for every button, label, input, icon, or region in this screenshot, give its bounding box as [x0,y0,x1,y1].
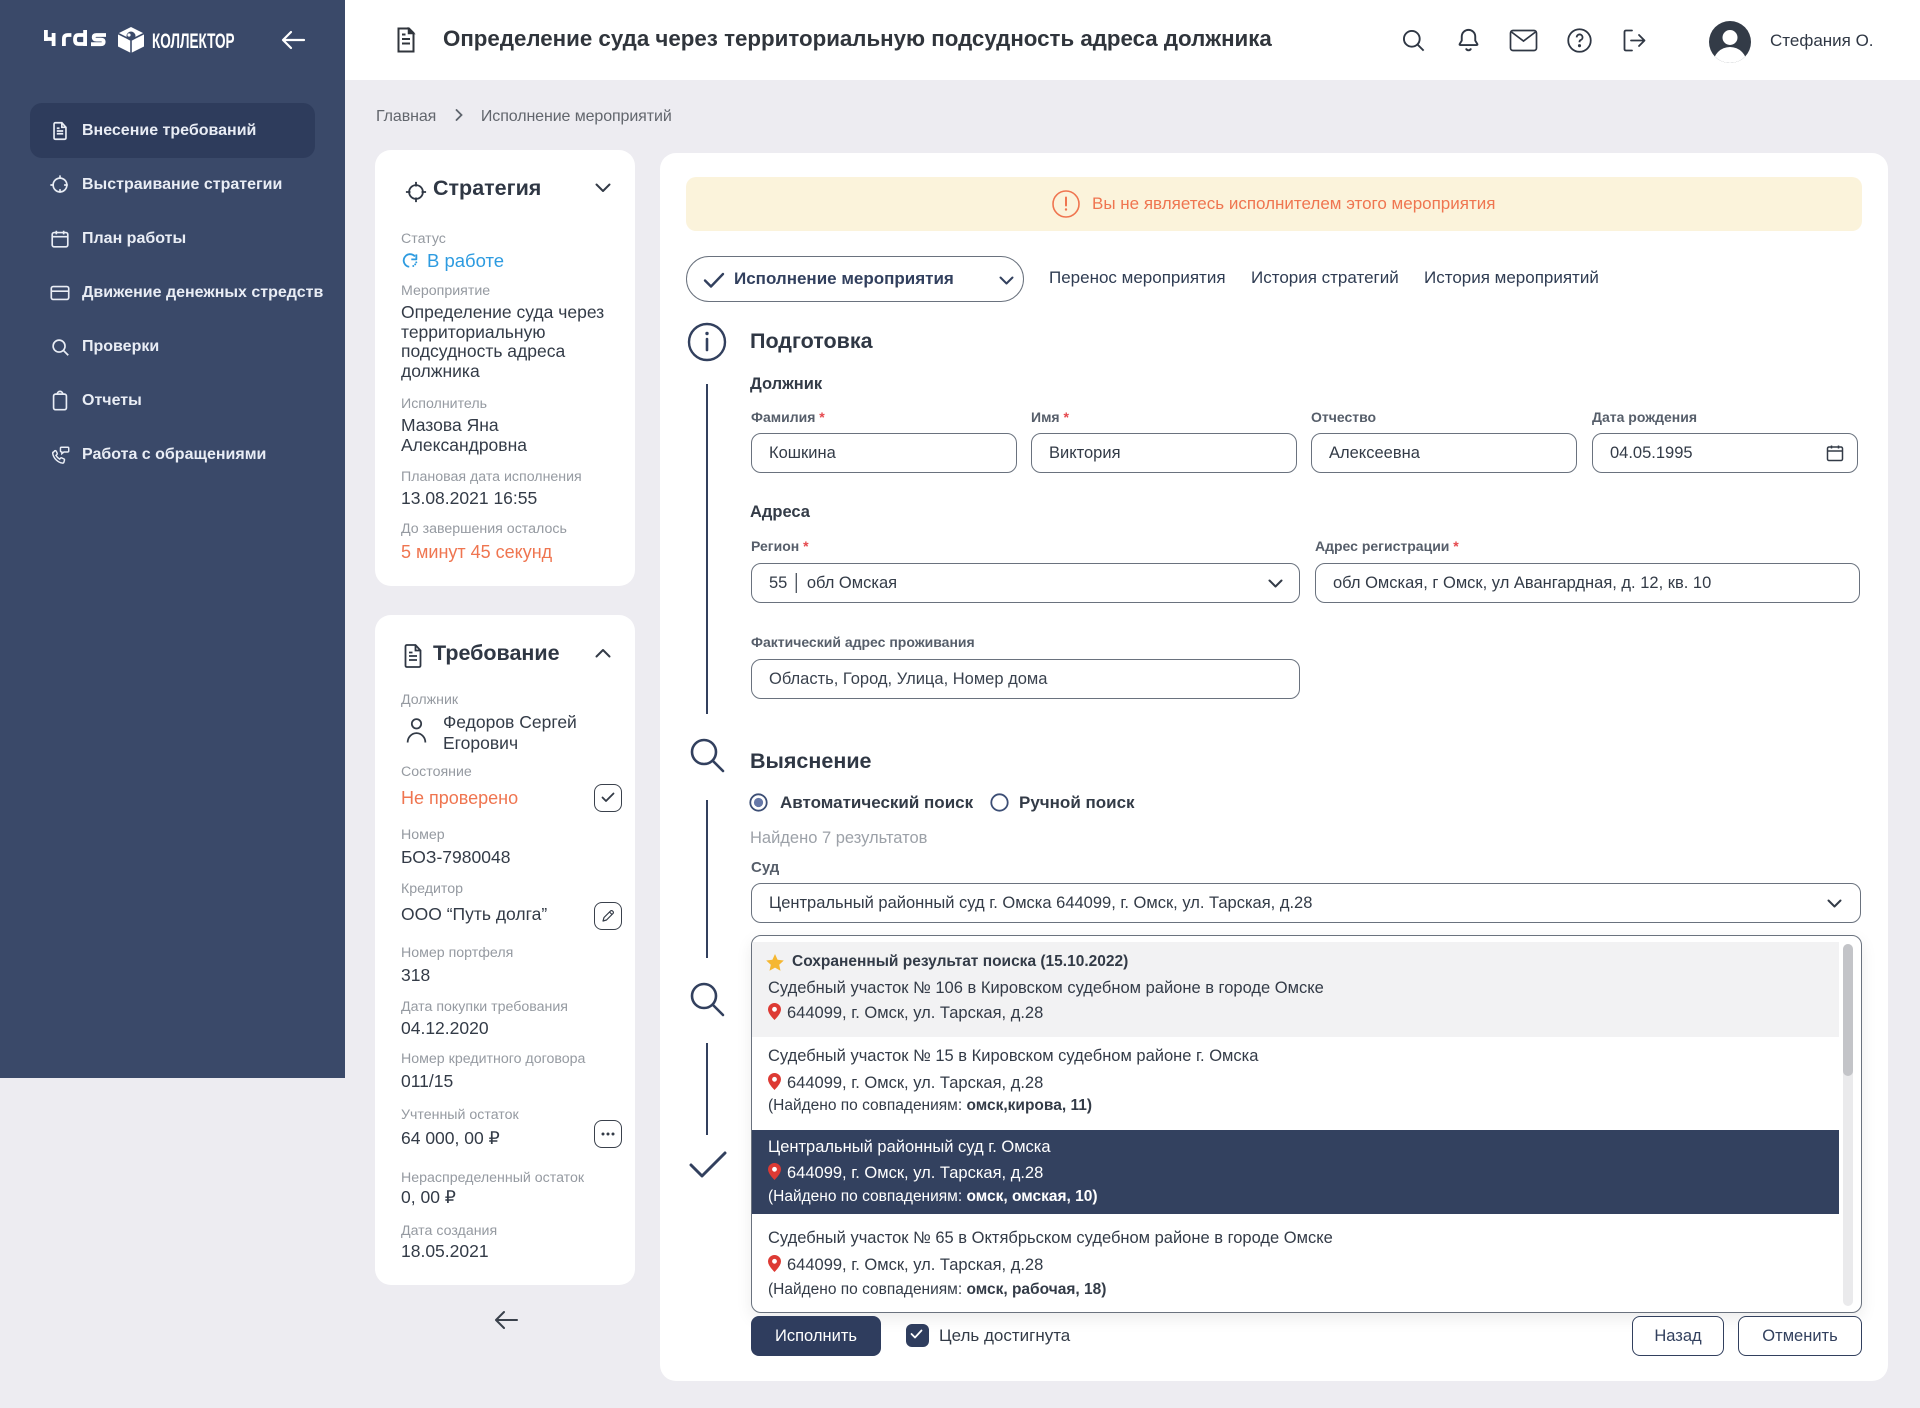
svg-text:КОЛЛЕКТОР: КОЛЛЕКТОР [152,29,235,53]
